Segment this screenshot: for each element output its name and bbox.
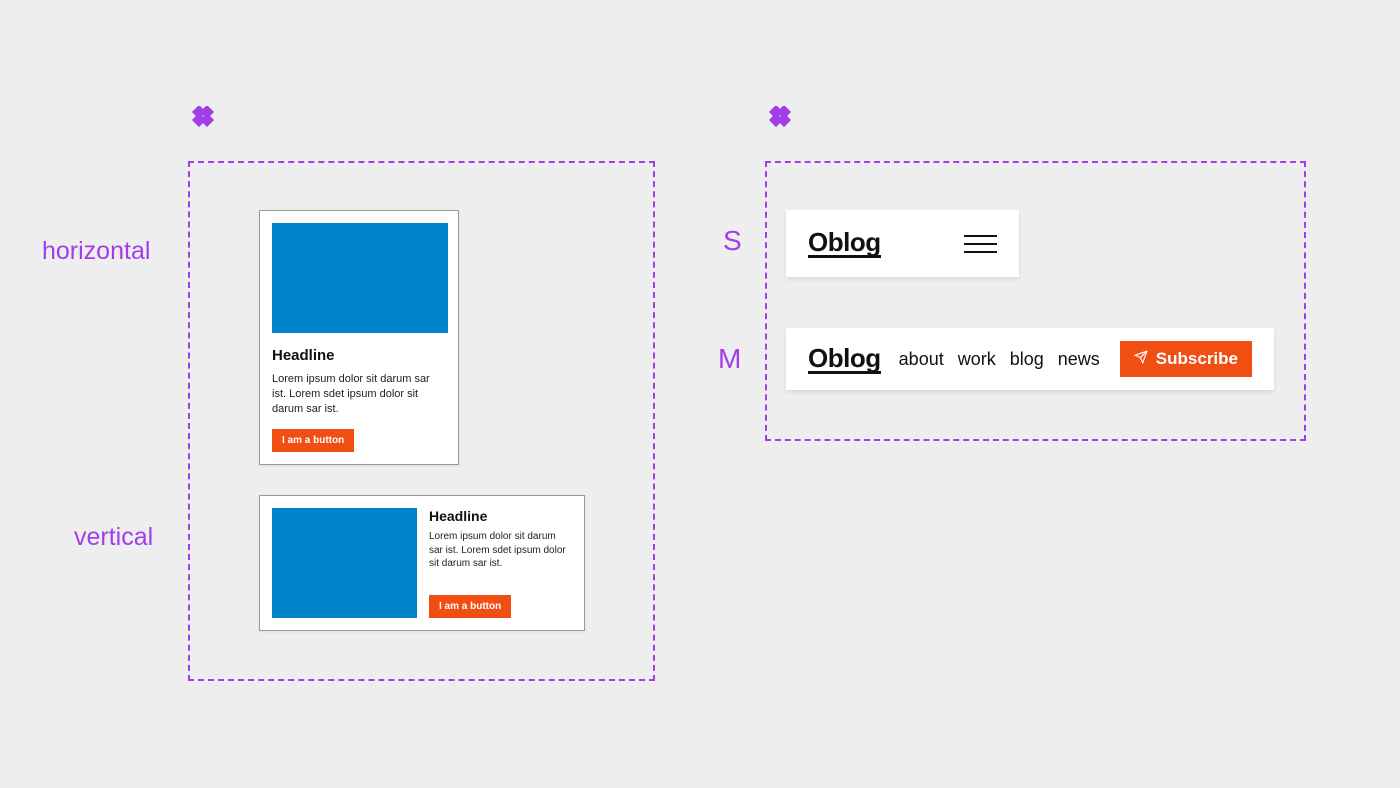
navbar-small: Oblog	[786, 210, 1019, 277]
card-button[interactable]: I am a button	[429, 595, 511, 618]
card-title: Headline	[429, 508, 572, 524]
card-title: Headline	[272, 347, 446, 364]
hamburger-icon[interactable]	[964, 235, 997, 253]
card-body: Lorem ipsum dolor sit darum sar ist. Lor…	[272, 372, 446, 417]
nav-link-news[interactable]: news	[1058, 349, 1100, 370]
variant-label-horizontal: horizontal	[42, 237, 150, 266]
nav-link-work[interactable]: work	[958, 349, 996, 370]
subscribe-label: Subscribe	[1156, 349, 1238, 369]
card-body: Lorem ipsum dolor sit darum sar ist. Lor…	[429, 530, 572, 571]
navbar-logo[interactable]: Oblog	[808, 345, 881, 374]
navbar-logo[interactable]: Oblog	[808, 229, 881, 258]
paper-plane-icon	[1134, 349, 1148, 369]
card-image-placeholder	[272, 508, 417, 618]
card-vertical: Headline Lorem ipsum dolor sit darum sar…	[259, 495, 585, 631]
nav-link-blog[interactable]: blog	[1010, 349, 1044, 370]
component-marker-icon	[188, 106, 218, 136]
variant-label-vertical: vertical	[74, 523, 153, 552]
variant-label-m: M	[718, 343, 741, 375]
component-frame-navbars	[765, 161, 1306, 441]
card-button[interactable]: I am a button	[272, 429, 354, 452]
card-horizontal: Headline Lorem ipsum dolor sit darum sar…	[259, 210, 459, 465]
variant-label-s: S	[723, 225, 742, 257]
subscribe-button[interactable]: Subscribe	[1120, 341, 1252, 377]
component-marker-icon	[765, 106, 795, 136]
nav-link-about[interactable]: about	[899, 349, 944, 370]
navbar-medium: Oblog about work blog news Subscribe	[786, 328, 1274, 390]
card-image-placeholder	[272, 223, 448, 333]
